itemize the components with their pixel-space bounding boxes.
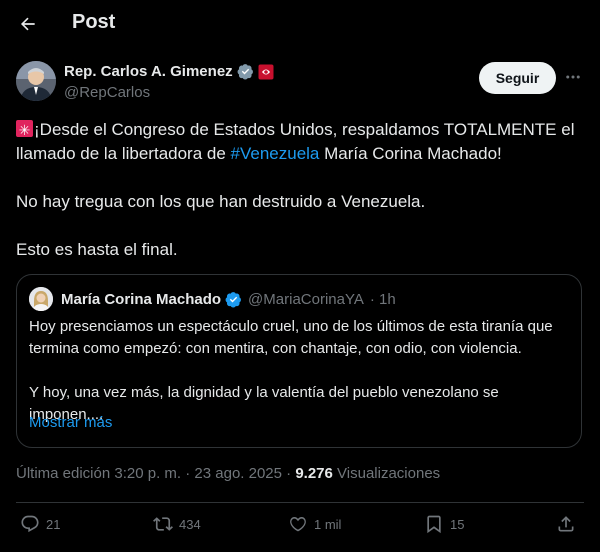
views-label: Visualizaciones [332,465,441,482]
heart-icon [290,516,306,532]
reply-count: 21 [46,516,61,532]
post-paragraph-2: No hay tregua con los que han destruido … [16,192,426,211]
verified-badge-icon [225,291,241,308]
like-count: 1 mil [314,516,342,532]
author-name-row: Rep. Carlos A. Gimenez [64,63,274,80]
hashtag-link[interactable]: #Venezuela [231,144,320,163]
post-paragraph-1: ¡Desde el Congreso de Estados Unidos, re… [16,118,584,166]
author-avatar[interactable] [16,61,56,101]
post-text: ¡Desde el Congreso de Estados Unidos, re… [16,118,584,262]
reply-icon [21,515,39,533]
quoted-paragraph-1: Hoy presenciamos un espectáculo cruel, u… [29,318,553,357]
views-count: 9.276 [295,465,333,482]
verified-badge-icon [237,64,253,80]
quoted-author-name: María Corina Machado [61,290,222,308]
bookmark-count: 15 [450,516,465,532]
repost-button[interactable]: 434 [153,514,201,534]
quoted-post-header: María Corina Machado @MariaCorinaYA · 1h [29,287,396,311]
alarm-emoji-icon [16,118,33,142]
show-more-link[interactable]: Mostrar más [29,414,112,431]
top-bar: Post [0,0,600,48]
repost-icon [153,517,173,531]
bookmark-icon [427,515,441,534]
more-options-button[interactable] [562,66,584,88]
affiliate-badge-icon [258,64,274,79]
author-handle[interactable]: @RepCarlos [64,84,150,101]
quoted-post-time: · 1h [369,290,396,308]
quoted-post[interactable]: María Corina Machado @MariaCorinaYA · 1h… [16,274,582,448]
back-button[interactable] [12,8,44,40]
reply-button[interactable]: 21 [20,514,60,534]
follow-button[interactable]: Seguir [479,62,556,94]
bookmark-button[interactable]: 15 [424,514,464,534]
edited-timestamp[interactable]: Última edición 3:20 p. m. · 23 ago. 2025… [16,465,295,482]
page-title: Post [72,11,116,33]
back-arrow-icon [20,17,35,31]
author-name[interactable]: Rep. Carlos A. Gimenez [64,63,233,80]
like-button[interactable]: 1 mil [288,514,341,534]
quoted-post-text: Hoy presenciamos un espectáculo cruel, u… [29,316,569,426]
divider [16,502,584,503]
post-meta: Última edición 3:20 p. m. · 23 ago. 2025… [16,465,440,482]
more-icon [566,75,580,79]
quoted-author-handle: @MariaCorinaYA [248,290,364,308]
post-author: Rep. Carlos A. Gimenez @RepCarlos Seguir [16,60,584,104]
quoted-author-avatar [29,287,53,311]
repost-count: 434 [179,516,201,532]
share-button[interactable] [556,514,576,534]
post-actions: 21 434 1 mil 15 [0,514,600,540]
post-paragraph-3: Esto es hasta el final. [16,240,178,259]
share-icon [558,516,574,532]
